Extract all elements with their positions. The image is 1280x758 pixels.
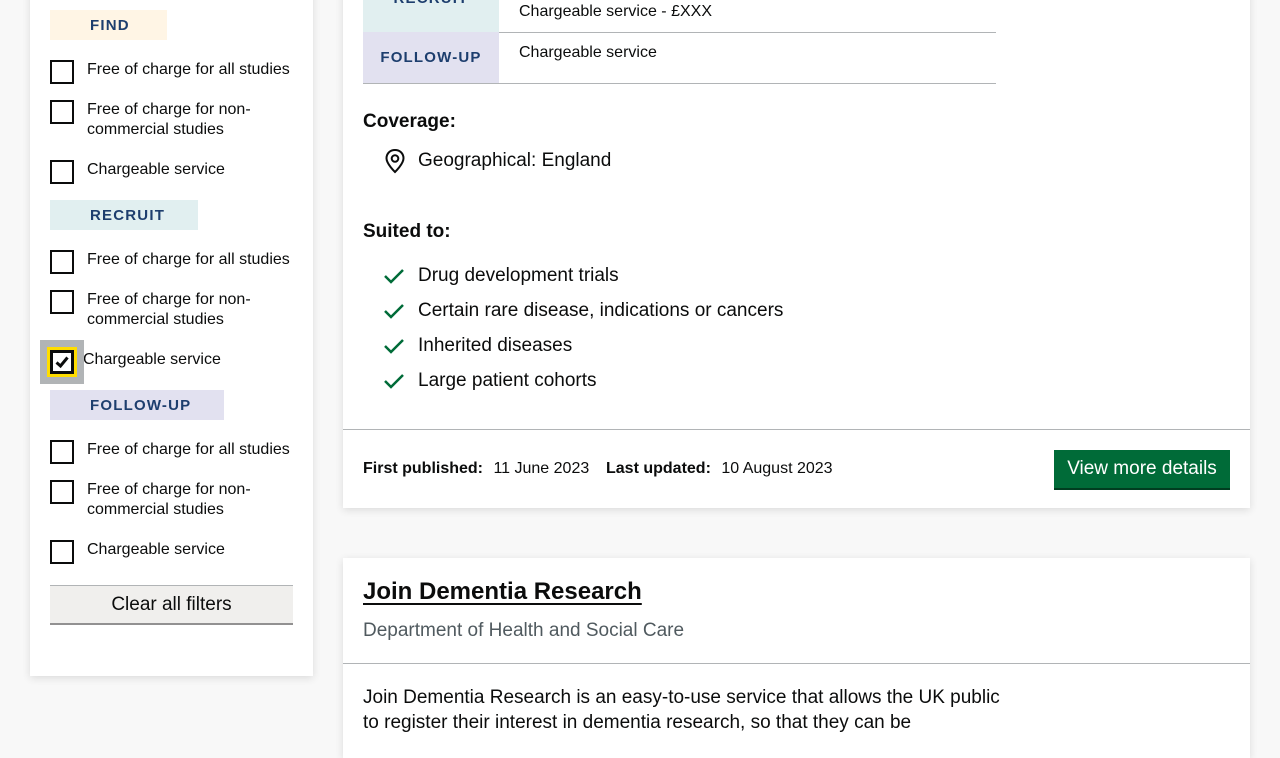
tick-icon: [384, 303, 404, 319]
filter-follow-free-noncommercial[interactable]: Free of charge for non-commercial studie…: [50, 480, 300, 520]
filter-find-chargeable[interactable]: Chargeable service: [50, 160, 300, 184]
stage-tag-find: FIND: [50, 10, 167, 40]
list-item: Drug development trials: [383, 258, 783, 293]
filter-find-free-noncommercial[interactable]: Free of charge for non-commercial studie…: [50, 100, 300, 140]
service-description: Join Dementia Research is an easy-to-use…: [363, 687, 1000, 733]
checkbox-label: Free of charge for all studies: [87, 61, 290, 78]
checkbox[interactable]: [50, 250, 74, 274]
stage-tag-follow-up: FOLLOW-UP: [50, 390, 224, 420]
last-updated: Last updated: 10 August 2023: [606, 460, 833, 478]
checkbox[interactable]: [50, 100, 74, 124]
service-organisation: Department of Health and Social Care: [363, 620, 685, 641]
first-published-label: First published:: [363, 460, 483, 477]
stage-value: Chargeable service: [519, 44, 657, 61]
service-card: Join Dementia Research Department of Hea…: [343, 558, 1250, 758]
first-published: First published: 11 June 2023: [363, 460, 589, 478]
service-card: RECRUIT Chargeable service - £XXX FOLLOW…: [343, 0, 1250, 508]
first-published-value: 11 June 2023: [493, 460, 590, 477]
checkbox-label: Free of charge for all studies: [87, 251, 290, 268]
checkbox-checked[interactable]: [50, 350, 74, 374]
tick-icon: [384, 338, 404, 354]
coverage-item: Geographical: England: [383, 148, 611, 174]
checkbox[interactable]: [50, 540, 74, 564]
stage-row-follow-up: FOLLOW-UP Chargeable service: [363, 32, 996, 84]
last-updated-label: Last updated:: [606, 460, 711, 477]
last-updated-value: 10 August 2023: [721, 460, 833, 477]
stage-row-recruit: RECRUIT Chargeable service - £XXX: [363, 0, 996, 33]
stage-tag-follow-up: FOLLOW-UP: [363, 32, 499, 83]
filter-follow-chargeable[interactable]: Chargeable service: [50, 540, 300, 564]
checkbox[interactable]: [50, 440, 74, 464]
checkbox[interactable]: [50, 290, 74, 314]
filter-find-free-all[interactable]: Free of charge for all studies: [50, 60, 300, 84]
coverage-value: Geographical: England: [418, 150, 612, 171]
suited-to-heading: Suited to:: [363, 221, 451, 242]
tick-icon: [384, 373, 404, 389]
list-item: Large patient cohorts: [383, 363, 783, 398]
checkbox-focus-ring: [40, 340, 84, 384]
stage-tag-recruit: RECRUIT: [50, 200, 198, 230]
checkbox-label: Chargeable service: [83, 351, 221, 368]
filter-recruit-free-noncommercial[interactable]: Free of charge for non-commercial studie…: [50, 290, 300, 330]
stage-tag-recruit: RECRUIT: [363, 0, 499, 32]
coverage-heading: Coverage:: [363, 111, 456, 132]
suited-to-list: Drug development trials Certain rare dis…: [383, 258, 783, 398]
suited-item-text: Large patient cohorts: [418, 369, 597, 391]
checkbox-label: Free of charge for all studies: [87, 441, 290, 458]
checkbox-label: Free of charge for non-commercial studie…: [87, 481, 251, 518]
checkbox-label: Free of charge for non-commercial studie…: [87, 291, 251, 328]
list-item: Inherited diseases: [383, 328, 783, 363]
view-more-details-button[interactable]: View more details: [1054, 450, 1230, 490]
card-footer: First published: 11 June 2023 Last updat…: [343, 429, 1250, 509]
checkbox-label: Chargeable service: [87, 541, 225, 558]
clear-all-filters-button[interactable]: Clear all filters: [50, 585, 293, 625]
filter-recruit-free-all[interactable]: Free of charge for all studies: [50, 250, 300, 274]
checkbox[interactable]: [50, 60, 74, 84]
filter-recruit-chargeable[interactable]: Chargeable service: [40, 340, 300, 384]
check-mark-icon: [55, 356, 69, 369]
checkbox-label: Chargeable service: [87, 161, 225, 178]
tick-icon: [384, 268, 404, 284]
stage-value: Chargeable service - £XXX: [519, 3, 712, 20]
checkbox[interactable]: [50, 480, 74, 504]
checkbox-label: Free of charge for non-commercial studie…: [87, 101, 251, 138]
service-title-link[interactable]: Join Dementia Research: [363, 578, 642, 606]
filter-sidebar: FIND Free of charge for all studies Free…: [30, 0, 313, 676]
filter-follow-free-all[interactable]: Free of charge for all studies: [50, 440, 300, 464]
divider: [343, 663, 1250, 664]
list-item: Certain rare disease, indications or can…: [383, 293, 783, 328]
checkbox[interactable]: [50, 160, 74, 184]
location-pin-icon: [385, 148, 405, 174]
suited-item-text: Drug development trials: [418, 264, 619, 286]
suited-item-text: Inherited diseases: [418, 334, 573, 356]
suited-item-text: Certain rare disease, indications or can…: [418, 299, 784, 321]
